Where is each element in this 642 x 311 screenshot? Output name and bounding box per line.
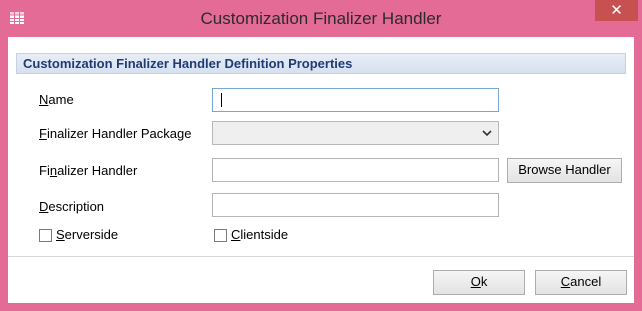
window-title: Customization Finalizer Handler [200,9,442,28]
clientside-label[interactable]: Clientside [231,227,288,243]
dialog-body: Customization Finalizer Handler Definiti… [8,37,634,303]
description-input[interactable] [212,193,499,217]
description-label: Description [39,199,105,214]
handler-label: Finalizer Handler [39,163,138,178]
handler-input[interactable] [212,158,499,182]
serverside-label[interactable]: Serverside [56,227,118,243]
title-bar[interactable]: Customization Finalizer Handler ✕ [0,0,642,37]
package-label: Finalizer Handler Package [39,126,192,141]
ok-button[interactable]: Ok [433,270,525,295]
group-header-title: Customization Finalizer Handler Definiti… [23,56,353,71]
cancel-button[interactable]: Cancel [535,270,627,295]
close-icon: ✕ [610,1,623,19]
name-label: Name [39,92,74,107]
close-button[interactable]: ✕ [595,0,638,21]
serverside-checkbox[interactable] [39,229,52,242]
browse-handler-button[interactable]: Browse Handler [507,158,622,183]
clientside-checkbox[interactable] [214,229,227,242]
package-select[interactable] [212,121,499,145]
group-header: Customization Finalizer Handler Definiti… [16,53,626,74]
name-input[interactable] [212,88,499,112]
chevron-down-icon [482,130,492,137]
footer-separator [8,256,634,257]
dialog-window: Customization Finalizer Handler ✕ Custom… [0,0,642,311]
text-caret [221,93,222,107]
